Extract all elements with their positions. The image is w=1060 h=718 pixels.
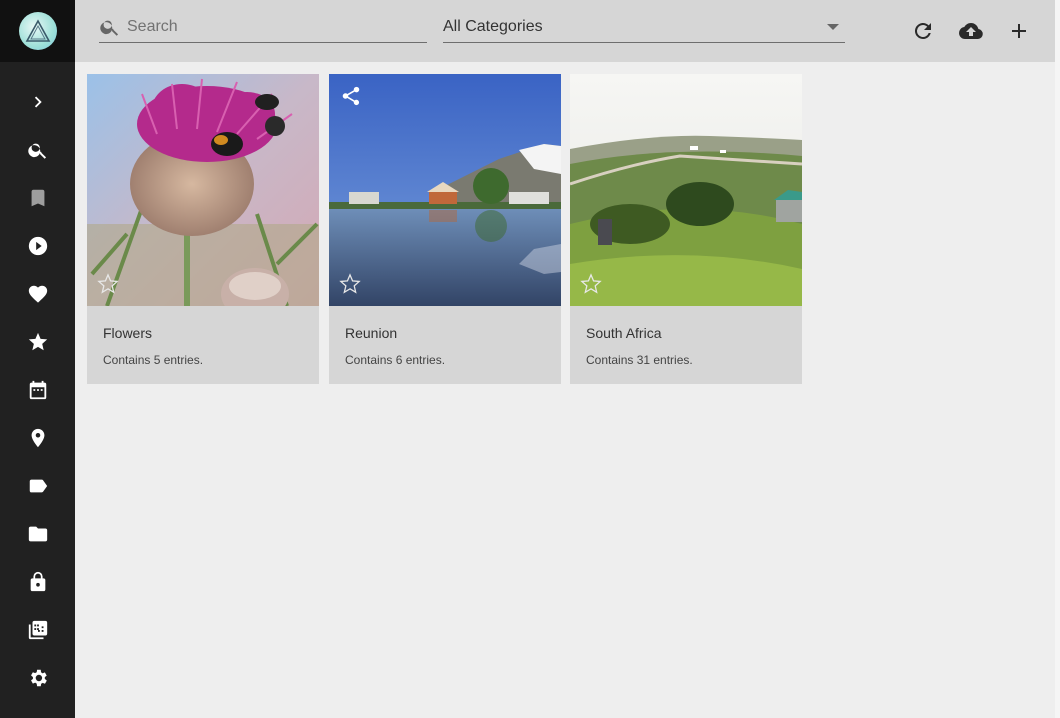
app-logo[interactable] [18,12,57,50]
triangle-logo-icon [25,19,50,42]
lock-icon [30,571,45,592]
share-icon [342,86,360,106]
logo-area [0,0,75,62]
star-icon [28,332,47,351]
search-icon [100,20,119,36]
category-select-value: All Categories [443,18,543,35]
sidebar-item-private[interactable] [0,558,75,606]
search-icon [27,143,46,159]
sidebar-item-videos[interactable] [0,222,75,270]
search-input[interactable] [127,18,417,36]
sidebar-item-calendar[interactable] [0,366,75,414]
album-card-south-africa[interactable]: South Africa Contains 31 entries. [570,74,802,384]
landscape-photo [570,74,802,306]
search-field[interactable] [99,12,427,43]
share-button[interactable] [340,85,362,107]
scrollbar-track[interactable] [1055,0,1060,718]
add-album-button[interactable] [1006,18,1032,44]
play-circle-icon [28,236,47,256]
thistle-photo [87,74,319,306]
sidebar-item-search[interactable] [0,126,75,174]
category-select[interactable]: All Categories [443,12,845,43]
upload-button[interactable] [958,18,984,44]
sidebar-item-library[interactable] [0,606,75,654]
sidebar-item-labels[interactable] [0,462,75,510]
add-icon [1012,24,1026,38]
album-title[interactable]: Flowers [103,325,152,341]
sidebar-item-review[interactable] [0,174,75,222]
sidebar-item-albums[interactable] [0,318,75,366]
refresh-button[interactable] [910,18,936,44]
bookmark-icon [31,189,44,207]
favorite-toggle[interactable] [339,273,361,295]
album-title[interactable]: Reunion [345,325,397,341]
album-title[interactable]: South Africa [586,325,662,341]
sidebar [0,0,75,718]
album-card-reunion[interactable]: Reunion Contains 6 entries. [329,74,561,384]
album-thumbnail[interactable] [329,74,561,306]
chevron-right-icon [34,96,42,108]
cloud-upload-icon [959,23,983,39]
sidebar-item-folders[interactable] [0,510,75,558]
star-outline-icon [97,273,119,294]
gear-icon [30,669,47,687]
sidebar-item-favorites[interactable] [0,270,75,318]
location-pin-icon [31,428,44,448]
sidebar-item-settings[interactable] [0,654,75,702]
album-thumbnail[interactable] [87,74,319,306]
sidebar-item-expand[interactable] [0,78,75,126]
favorite-toggle[interactable] [97,273,119,295]
album-entry-count: Contains 5 entries. [103,353,204,367]
calendar-icon [29,380,46,400]
album-thumbnail[interactable] [570,74,802,306]
library-icon [28,620,47,640]
label-icon [29,479,47,493]
album-card-flowers[interactable]: Flowers Contains 5 entries. [87,74,319,384]
lake-photo [329,74,561,306]
album-entry-count: Contains 6 entries. [345,353,446,367]
star-outline-icon [339,273,361,294]
sidebar-item-places[interactable] [0,414,75,462]
star-outline-icon [580,273,602,294]
top-toolbar: All Categories [75,0,1055,62]
chevron-down-icon [827,24,839,30]
album-entry-count: Contains 31 entries. [586,353,693,367]
favorite-toggle[interactable] [580,273,602,295]
folder-icon [28,526,47,542]
heart-icon [28,285,47,303]
refresh-icon [914,22,931,39]
